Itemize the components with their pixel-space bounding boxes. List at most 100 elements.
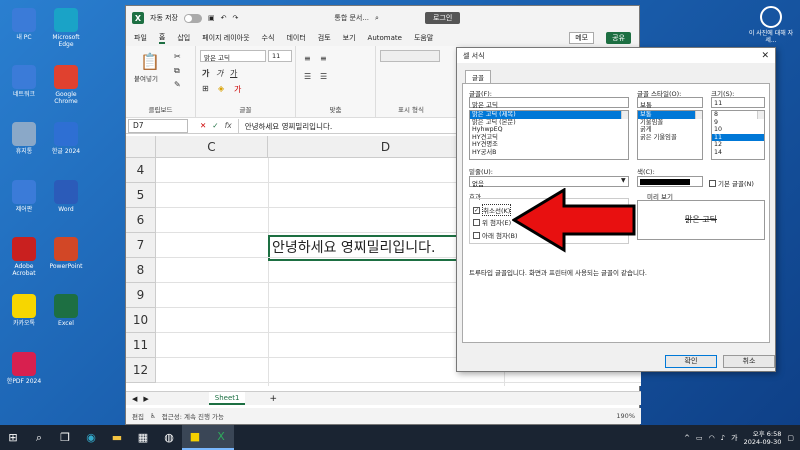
desktop-icon-powerpoint[interactable]: PowerPoint (46, 237, 86, 270)
font-style-list[interactable]: 보통 기울임꼴 굵게 굵은 기울임꼴 (637, 110, 703, 160)
clock[interactable]: 오후 6:58 2024-09-30 (744, 430, 782, 446)
ribbon-tab-8[interactable]: Automate (368, 34, 402, 42)
size-list-scrollbar[interactable] (757, 111, 764, 119)
font-style-field[interactable]: 보통 (637, 97, 703, 109)
file-explorer-icon[interactable]: ▬ (104, 425, 130, 450)
search-icon[interactable]: ⌕ (26, 425, 52, 450)
row-header[interactable]: 7 (126, 233, 156, 258)
row-header[interactable]: 8 (126, 258, 156, 283)
network-tray-icon[interactable]: ▭ (696, 434, 703, 442)
align-top-icon[interactable]: ≡ (304, 54, 311, 63)
cancel-entry-icon[interactable]: ✕ (200, 121, 206, 130)
row-header[interactable]: 10 (126, 308, 156, 333)
desktop-icon-chrome[interactable]: Google Chrome (46, 65, 86, 105)
store-icon[interactable]: ▦ (130, 425, 156, 450)
font-list-scrollbar[interactable] (621, 111, 628, 119)
select-all-corner[interactable] (126, 136, 156, 158)
sheet-tab-sheet1[interactable]: Sheet1 (208, 392, 246, 405)
ime-indicator[interactable]: 가 (731, 433, 737, 443)
number-format-combo[interactable] (380, 50, 440, 62)
desktop-icon-pc[interactable]: 내 PC (4, 8, 44, 41)
fill-color-icon[interactable]: ◈ (218, 84, 224, 93)
ribbon-tab-0[interactable]: 파일 (134, 33, 147, 43)
desktop-photo-info[interactable]: 이 사진에 대해 자세... (746, 6, 796, 44)
start-button[interactable]: ⊞ (0, 425, 26, 450)
normal-font-checkbox[interactable]: 기본 글꼴(N) (709, 178, 754, 188)
cancel-button[interactable]: 취소 (723, 355, 775, 368)
list-item[interactable]: 11 (712, 133, 764, 141)
desktop-icon-recycle-bin[interactable]: 휴지통 (4, 122, 44, 155)
superscript-checkbox[interactable]: 위 첨자(E) (473, 217, 511, 227)
font-color-icon[interactable]: 가 (234, 84, 241, 95)
fx-icon[interactable]: fx (225, 121, 232, 130)
ribbon-tab-6[interactable]: 검토 (318, 33, 331, 43)
chrome-taskbar-icon[interactable]: ◍ (156, 425, 182, 450)
sticky-notes-icon[interactable]: ■ (182, 425, 208, 450)
border-icon[interactable]: ⊞ (202, 84, 209, 93)
align-left-icon[interactable]: ☰ (304, 72, 311, 81)
list-item[interactable]: HY견고딕 (470, 134, 628, 142)
memo-button[interactable]: 메모 (569, 32, 595, 44)
bold-icon[interactable]: 가 (202, 68, 209, 79)
row-header[interactable]: 9 (126, 283, 156, 308)
list-item[interactable]: 맑은 고딕 (본문) (470, 119, 628, 127)
list-item[interactable]: 보통 (638, 111, 702, 119)
prev-sheet-icon[interactable]: ◀ (132, 395, 137, 403)
tab-font[interactable]: 글꼴 (465, 70, 491, 83)
list-item[interactable]: 맑은 고딕 (제목) (470, 111, 628, 119)
font-size-list[interactable]: 8 9 10 11 12 14 (711, 110, 765, 160)
underline-select[interactable]: 없음 (469, 176, 629, 188)
share-button[interactable]: 공유 (606, 32, 631, 44)
ribbon-tab-2[interactable]: 삽입 (177, 33, 190, 43)
ribbon-tab-3[interactable]: 페이지 레이아웃 (202, 33, 249, 43)
name-box[interactable]: D7 (128, 118, 188, 133)
login-button[interactable]: 로그인 (424, 12, 461, 24)
confirm-entry-icon[interactable]: ✓ (212, 121, 218, 130)
underline-icon[interactable]: 가 (230, 68, 237, 79)
copy-icon[interactable]: ⧉ (174, 66, 180, 76)
redo-icon[interactable]: ↷ (233, 14, 239, 22)
dialog-close-button[interactable]: ✕ (761, 51, 769, 61)
cut-icon[interactable]: ✂ (174, 52, 181, 61)
desktop-icon-hangul[interactable]: 한글 2024 (46, 122, 86, 155)
ribbon-tab-9[interactable]: 도움말 (414, 33, 433, 43)
desktop-icon-control-panel[interactable]: 제어판 (4, 180, 44, 213)
zoom-level[interactable]: 190% (616, 412, 635, 420)
list-item[interactable]: 굵게 (638, 126, 702, 134)
ok-button[interactable]: 확인 (665, 355, 717, 368)
list-item[interactable]: HY견명조 (470, 141, 628, 149)
paste-icon[interactable]: 📋 (140, 52, 160, 71)
ribbon-tab-5[interactable]: 데이터 (286, 33, 305, 43)
row-header[interactable]: 5 (126, 183, 156, 208)
list-item[interactable]: 14 (712, 149, 764, 157)
font-name-field[interactable]: 맑은 고딕 (469, 97, 629, 109)
column-header-c[interactable]: C (156, 136, 268, 158)
font-name-list[interactable]: 맑은 고딕 (제목) 맑은 고딕 (본문) HyhwpEQ HY견고딕 HY견명조 HY궁… (469, 110, 629, 160)
list-item[interactable]: 기울임꼴 (638, 119, 702, 127)
style-list-scrollbar[interactable] (695, 111, 702, 119)
next-sheet-icon[interactable]: ▶ (143, 395, 148, 403)
desktop-icon-hanpdf[interactable]: 한PDF 2024 (4, 352, 44, 385)
list-item[interactable]: 10 (712, 126, 764, 134)
font-name-combo[interactable]: 맑은 고딕 (200, 50, 266, 62)
search-icon[interactable]: ⌕ (375, 14, 379, 23)
wifi-icon[interactable]: ◠ (709, 434, 715, 442)
desktop-icon-acrobat[interactable]: Adobe Acrobat (4, 237, 44, 277)
desktop-icon-edge[interactable]: Microsoft Edge (46, 8, 86, 48)
desktop-icon-network[interactable]: 네트워크 (4, 65, 44, 98)
font-size-combo[interactable]: 11 (268, 50, 292, 62)
row-header[interactable]: 12 (126, 358, 156, 383)
chevron-up-icon[interactable]: ^ (684, 434, 690, 442)
italic-icon[interactable]: 가 (216, 68, 223, 79)
list-item[interactable]: HyhwpEQ (470, 126, 628, 134)
excel-taskbar-icon[interactable]: X (208, 425, 234, 450)
font-color-select[interactable] (637, 176, 703, 187)
list-item[interactable]: 9 (712, 119, 764, 127)
row-header[interactable]: 4 (126, 158, 156, 183)
ribbon-tab-1[interactable]: 홈 (158, 32, 166, 44)
notification-icon[interactable]: ▢ (787, 434, 794, 442)
format-painter-icon[interactable]: ✎ (174, 80, 181, 89)
strikethrough-checkbox[interactable]: ✓ 취소선(K) (473, 204, 512, 216)
list-item[interactable]: HY궁서B (470, 149, 628, 157)
status-accessibility[interactable]: 접근성: 계속 진행 가능 (162, 411, 224, 421)
